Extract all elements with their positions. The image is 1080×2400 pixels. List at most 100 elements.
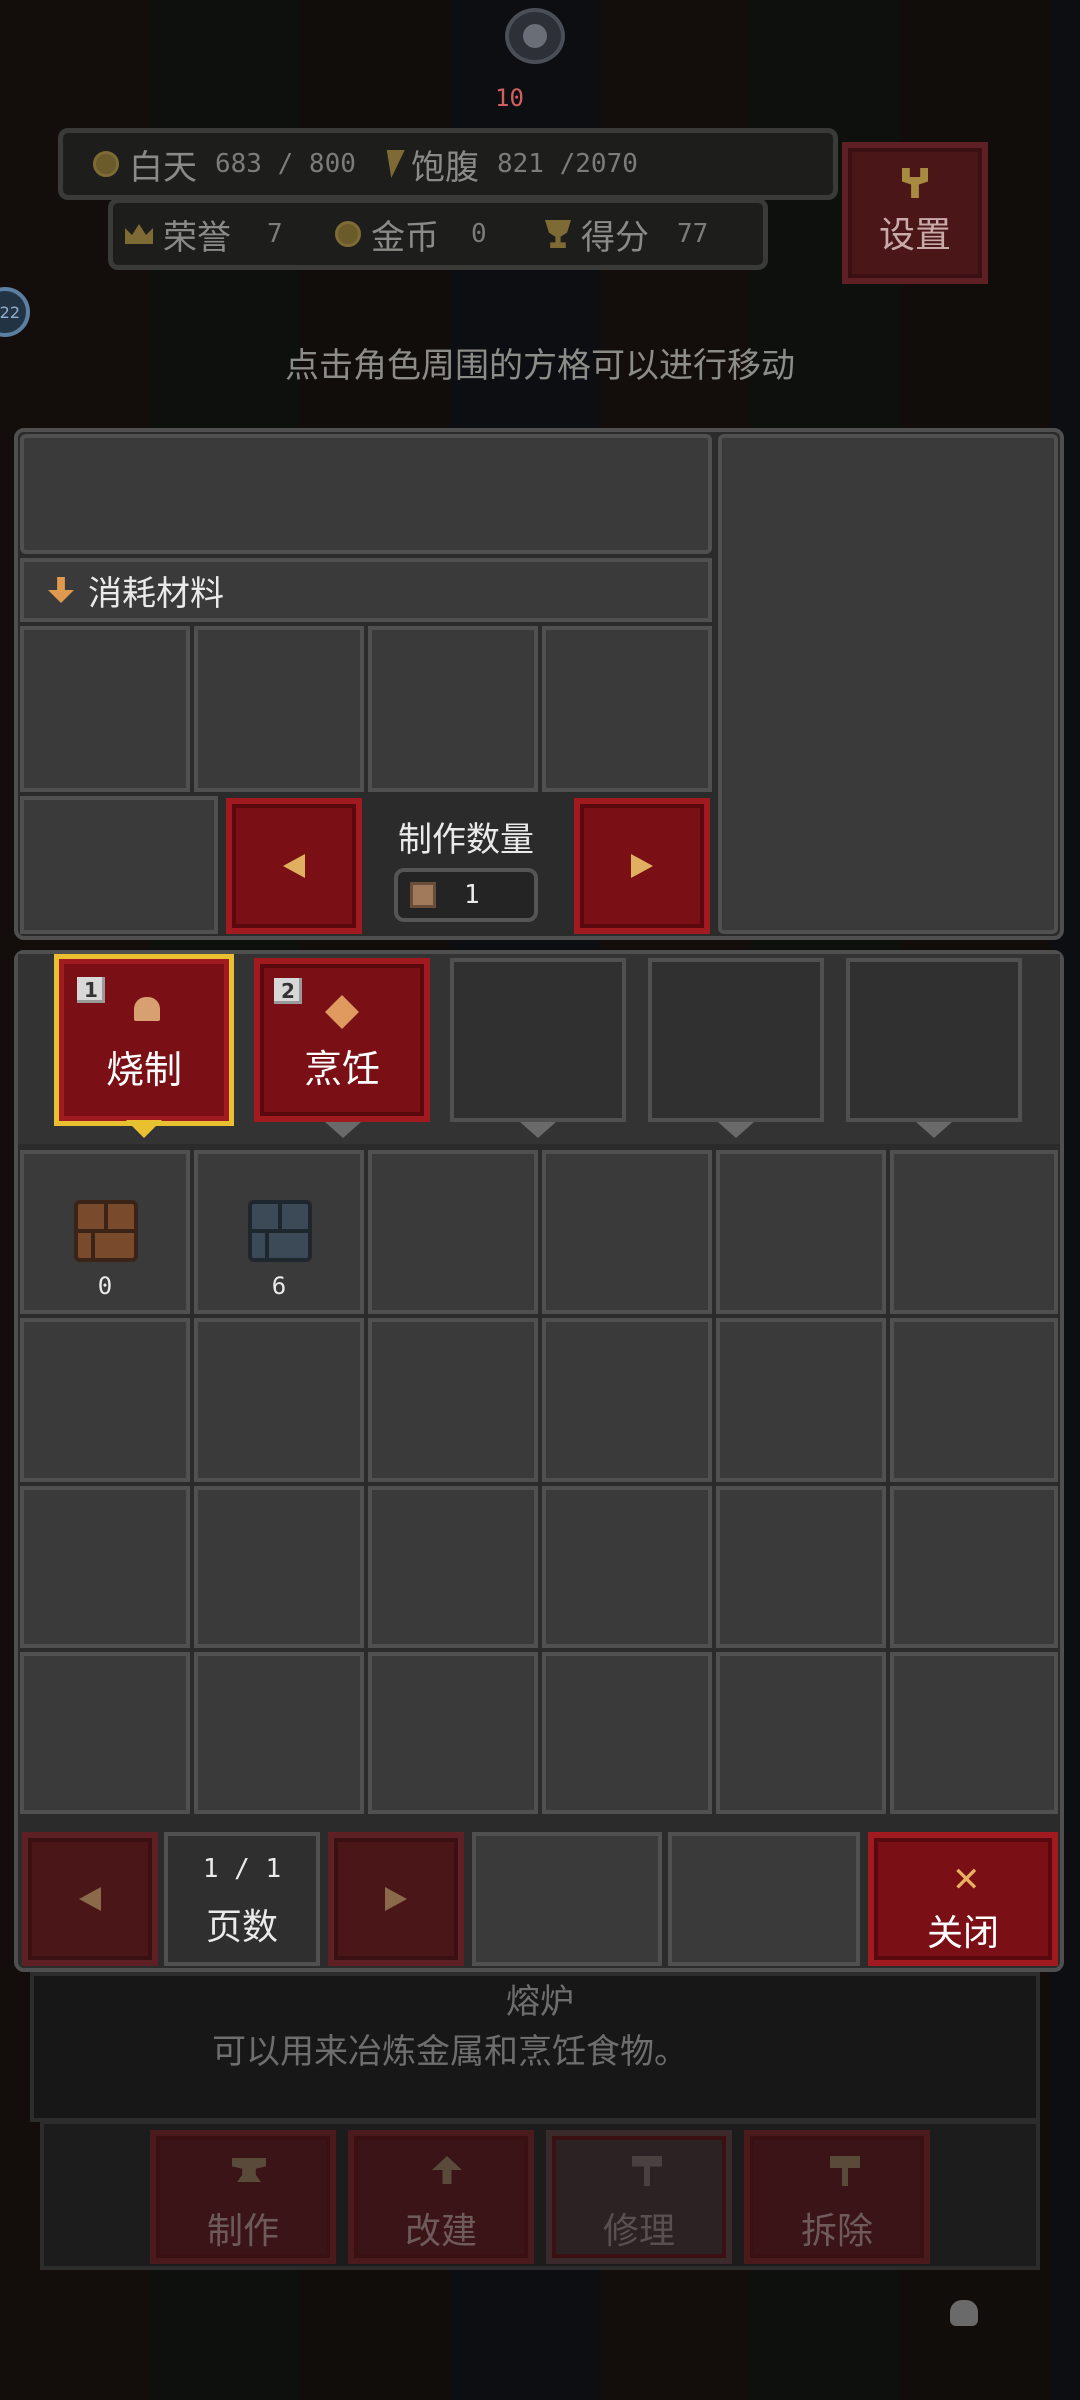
building-name: 熔炉	[506, 1982, 574, 2022]
sun-icon	[93, 151, 119, 177]
close-button[interactable]: ✕ 关闭	[868, 1832, 1058, 1966]
diamond-icon	[325, 995, 359, 1029]
eye-icon	[523, 24, 547, 48]
settings-label: 设置	[878, 215, 951, 256]
item-slot[interactable]	[194, 1652, 364, 1814]
item-slot[interactable]	[368, 1318, 538, 1482]
item-slot[interactable]	[716, 1318, 886, 1482]
score-value: 77	[677, 219, 709, 249]
anvil-icon	[232, 2158, 266, 2182]
tab-empty[interactable]	[450, 958, 626, 1122]
item-slot[interactable]	[542, 1486, 712, 1648]
item-slot[interactable]	[20, 1652, 190, 1814]
status-bar-bottom: 荣誉 7 金币 0 得分 77	[108, 198, 768, 270]
full-stat: 饱腹 821 /2070	[379, 133, 638, 195]
trophy-icon	[545, 220, 571, 248]
tab-indicator	[520, 1122, 556, 1138]
repair-label: 修理	[602, 2211, 675, 2252]
tab-label: 烹饪	[303, 1047, 380, 1091]
tab-indicator	[718, 1122, 754, 1138]
page-value: 1 / 1	[202, 1854, 282, 1884]
upgrade-action-button[interactable]: 改建	[348, 2130, 534, 2264]
item-slot[interactable]	[890, 1318, 1058, 1482]
item-slot[interactable]	[194, 1318, 364, 1482]
honor-label: 荣誉	[163, 217, 231, 258]
arrow-left-icon	[283, 854, 305, 878]
arrow-right-icon	[385, 1887, 407, 1911]
material-slot[interactable]	[20, 626, 190, 792]
tab-number: 2	[274, 978, 302, 1004]
selected-tab-indicator	[126, 1120, 162, 1138]
tab-empty[interactable]	[648, 958, 824, 1122]
move-hint: 点击角色周围的方格可以进行移动	[285, 346, 795, 386]
brick-icon	[74, 1200, 138, 1262]
arrow-up-icon	[432, 2156, 462, 2184]
materials-label: 消耗材料	[88, 573, 224, 614]
materials-header: 消耗材料	[20, 558, 712, 622]
honor-value: 7	[267, 219, 283, 249]
item-count: 0	[97, 1272, 113, 1300]
quantity-field[interactable]: 1	[394, 868, 538, 922]
honor-stat: 荣誉 7	[125, 203, 283, 265]
bread-icon	[134, 997, 160, 1021]
next-page-button[interactable]	[328, 1832, 464, 1966]
day-label: 白天	[129, 147, 197, 188]
demolish-label: 拆除	[800, 2211, 873, 2252]
tab-firing[interactable]: 1 烧制	[54, 954, 234, 1126]
tab-indicator	[916, 1122, 952, 1138]
item-slot[interactable]	[542, 1652, 712, 1814]
material-slot[interactable]	[368, 626, 538, 792]
repair-action-button[interactable]: 修理	[546, 2130, 732, 2264]
full-value: 821 /2070	[497, 149, 638, 179]
material-slot[interactable]	[20, 796, 218, 934]
player-avatar	[505, 8, 565, 64]
quantity-decrease-button[interactable]	[226, 798, 362, 934]
item-slot[interactable]	[890, 1150, 1058, 1314]
item-slot[interactable]	[368, 1652, 538, 1814]
item-slot[interactable]	[890, 1652, 1058, 1814]
axe-icon	[830, 2156, 860, 2186]
gold-coin-icon	[335, 221, 361, 247]
build-action-button[interactable]: 制作	[150, 2130, 336, 2264]
item-slot[interactable]	[194, 1486, 364, 1648]
item-slot[interactable]	[716, 1150, 886, 1314]
item-slot[interactable]	[368, 1150, 538, 1314]
full-label: 饱腹	[411, 147, 479, 188]
arrow-left-icon	[79, 1887, 101, 1911]
item-slot[interactable]	[716, 1486, 886, 1648]
score-stat: 得分 77	[545, 203, 708, 265]
item-slot[interactable]	[20, 1318, 190, 1482]
demolish-action-button[interactable]: 拆除	[744, 2130, 930, 2264]
page-label: 页数	[205, 1907, 278, 1948]
item-slot-stone-brick[interactable]: 6	[194, 1150, 364, 1314]
tab-cooking[interactable]: 2 烹饪	[254, 958, 430, 1122]
upgrade-label: 改建	[404, 2211, 477, 2252]
close-icon: ✕	[952, 1860, 981, 1900]
gold-value: 0	[471, 219, 487, 249]
item-slot[interactable]	[542, 1150, 712, 1314]
arrow-down-icon	[48, 577, 74, 603]
item-slot[interactable]	[20, 1486, 190, 1648]
build-label: 制作	[206, 2211, 279, 2252]
tab-empty[interactable]	[846, 958, 1022, 1122]
quantity-increase-button[interactable]	[574, 798, 710, 934]
material-slot[interactable]	[542, 626, 712, 792]
item-slot[interactable]	[542, 1318, 712, 1482]
item-slot[interactable]	[716, 1652, 886, 1814]
item-slot[interactable]	[368, 1486, 538, 1648]
tab-number: 1	[77, 977, 105, 1003]
close-label: 关闭	[926, 1913, 999, 1954]
crown-icon	[125, 224, 153, 244]
recipe-name-box	[20, 434, 712, 554]
building-description: 可以用来冶炼金属和烹饪食物。	[212, 2032, 688, 2072]
prev-page-button[interactable]	[22, 1832, 158, 1966]
side-badge[interactable]: 22	[0, 287, 30, 337]
settings-button[interactable]: 设置	[842, 142, 988, 284]
item-slot-brick[interactable]: 0	[20, 1150, 190, 1314]
item-slot[interactable]	[890, 1486, 1058, 1648]
material-slot[interactable]	[194, 626, 364, 792]
score-label: 得分	[581, 217, 649, 258]
page-indicator: 1 / 1 页数	[164, 1832, 320, 1966]
item-count: 6	[271, 1272, 287, 1300]
pager-empty-slot	[472, 1832, 662, 1966]
